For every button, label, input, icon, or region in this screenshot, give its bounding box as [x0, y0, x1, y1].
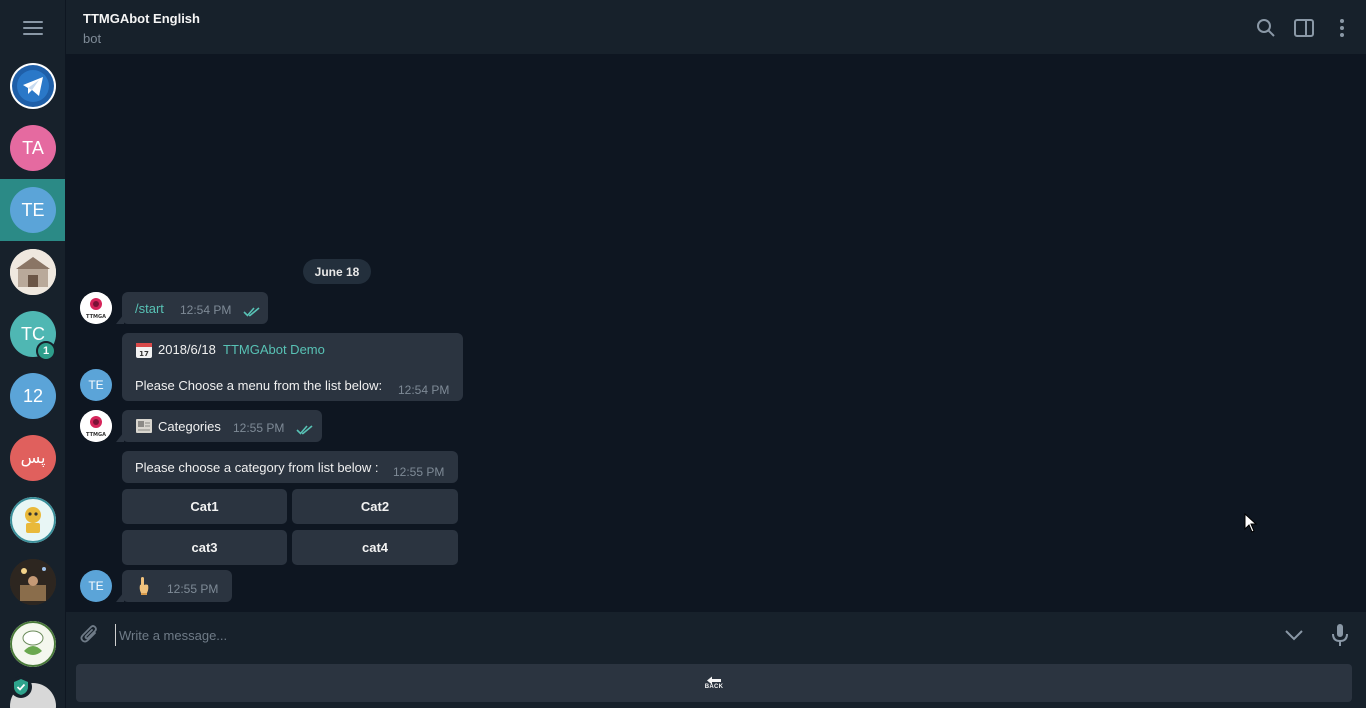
chat-item-ta[interactable]: TA — [0, 117, 65, 179]
card-index-icon — [135, 417, 153, 435]
message-text: Please Choose a menu from the list below… — [135, 378, 383, 393]
inline-button-cat2[interactable]: Cat2 — [292, 489, 458, 524]
date-separator: June 18 — [303, 259, 371, 284]
mouse-cursor-icon — [1244, 513, 1258, 533]
message-bubble[interactable]: 12:55 PM — [122, 570, 232, 602]
svg-text:TTMGA: TTMGA — [86, 432, 106, 438]
chat-item-telegram[interactable] — [0, 55, 65, 117]
message-bubble[interactable]: Please choose a category from list below… — [122, 451, 458, 483]
message-time: 12:55 PM — [167, 582, 219, 596]
unread-badge: 1 — [36, 341, 56, 361]
double-check-icon — [243, 307, 260, 317]
photo-avatar-icon — [10, 559, 56, 605]
chat-item-chef[interactable] — [0, 613, 65, 675]
inline-button-cat1[interactable]: Cat1 — [122, 489, 287, 524]
ttmga-logo-avatar-icon[interactable]: TTMGA — [80, 292, 112, 324]
back-button-label: BACK — [704, 684, 724, 690]
reply-keyboard: BACK — [66, 658, 1366, 708]
ttmga-logo-avatar-icon[interactable]: TTMGA — [80, 410, 112, 442]
inline-button-cat4[interactable]: cat4 — [292, 530, 458, 565]
message-time: 12:55 PM — [393, 465, 445, 479]
avatar: پس — [10, 435, 56, 481]
chat-header: TTMGAbot English bot — [66, 0, 1366, 55]
chat-item-persian[interactable]: پس — [0, 427, 65, 489]
chat-item-photo[interactable] — [0, 241, 65, 303]
message-bubble[interactable]: 17 2018/6/18 TTMGAbot Demo Please Choose… — [122, 333, 463, 401]
avatar[interactable]: TE — [80, 369, 112, 401]
message-text: Categories — [158, 419, 221, 434]
svg-text:17: 17 — [139, 350, 149, 358]
message-time: 12:55 PM — [233, 421, 285, 435]
avatar: 12 — [10, 373, 56, 419]
chat-item-photo-dark[interactable] — [0, 551, 65, 613]
more-options-icon[interactable] — [1331, 17, 1353, 39]
avatar: TE — [10, 187, 56, 233]
message-time: 12:54 PM — [180, 303, 232, 317]
hamburger-menu-icon[interactable] — [23, 20, 43, 36]
chat-sidebar: TA TE TC 1 12 پس — [0, 0, 66, 708]
shield-check-icon — [10, 676, 32, 698]
microphone-icon[interactable] — [1331, 623, 1349, 647]
avatar: TA — [10, 125, 56, 171]
pointing-hand-icon — [136, 576, 152, 596]
double-check-icon — [296, 425, 313, 435]
message-bubble[interactable]: Categories 12:55 PM — [122, 410, 322, 442]
chat-item-tc[interactable]: TC 1 — [0, 303, 65, 365]
message-bubble[interactable]: /start 12:54 PM — [122, 292, 268, 324]
message-date-text: 2018/6/18 — [158, 342, 216, 357]
calendar-icon: 17 — [135, 341, 153, 359]
photo-avatar-icon — [10, 249, 56, 295]
chat-title[interactable]: TTMGAbot English — [83, 11, 200, 26]
chat-item-partial[interactable] — [0, 675, 65, 708]
chat-subtitle: bot — [83, 31, 102, 46]
inline-button-cat3[interactable]: cat3 — [122, 530, 287, 565]
message-list[interactable]: June 18 TTMGA /start 12:54 PM 17 2018/6/… — [66, 55, 1366, 612]
search-icon[interactable] — [1255, 17, 1277, 39]
robot-avatar-icon — [10, 497, 56, 543]
message-link[interactable]: TTMGAbot Demo — [223, 342, 325, 357]
chevron-down-icon[interactable] — [1283, 626, 1305, 644]
message-input[interactable] — [115, 624, 1265, 646]
telegram-shield-icon — [10, 63, 56, 109]
bot-command-link[interactable]: /start — [135, 301, 164, 316]
chef-avatar-icon — [10, 621, 56, 667]
message-time: 12:54 PM — [398, 383, 450, 397]
message-text: Please choose a category from list below… — [135, 460, 379, 475]
back-button[interactable]: BACK — [76, 664, 1352, 702]
message-input-bar — [66, 612, 1366, 658]
chat-item-12[interactable]: 12 — [0, 365, 65, 427]
sidebar-toggle-icon[interactable] — [1293, 17, 1315, 39]
attach-icon[interactable] — [79, 624, 101, 646]
chat-item-robot[interactable] — [0, 489, 65, 551]
chat-item-te[interactable]: TE — [0, 179, 65, 241]
avatar[interactable]: TE — [80, 570, 112, 602]
svg-text:TTMGA: TTMGA — [86, 314, 106, 320]
